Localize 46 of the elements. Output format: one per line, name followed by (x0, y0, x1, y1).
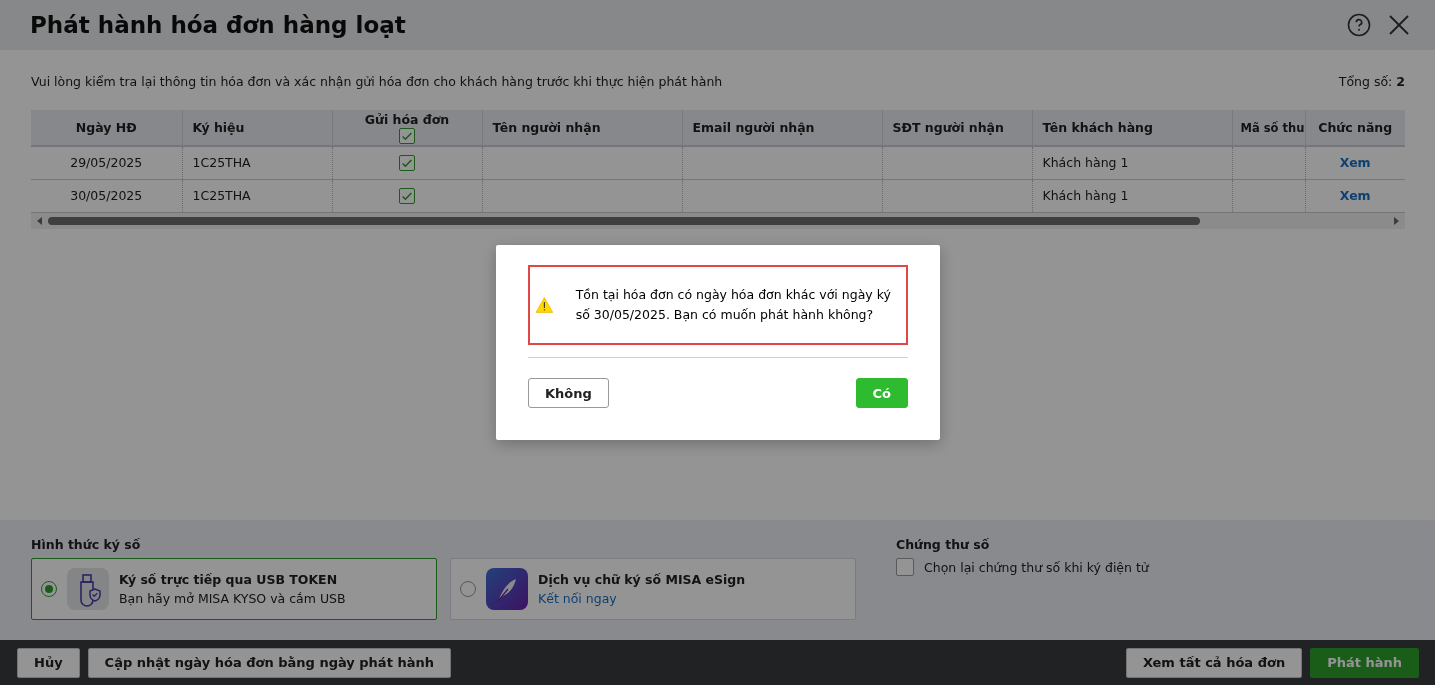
feather-icon (486, 568, 528, 610)
checkbox[interactable] (399, 155, 415, 171)
option-title: Ký số trực tiếp qua USB TOKEN (119, 572, 339, 587)
scroll-right-icon[interactable] (1392, 216, 1400, 225)
column-header: Tên người nhận (492, 120, 601, 135)
table-cell: 29/05/2025 (70, 155, 143, 171)
help-icon[interactable] (1347, 13, 1371, 37)
column-header: Chức năng (1318, 120, 1393, 135)
cancel-button[interactable]: Không (528, 378, 609, 408)
column-header: Ký hiệu (192, 120, 245, 135)
section-label: Chứng thư số (896, 537, 991, 552)
column-header: Mã số thu (1240, 120, 1304, 135)
column-header: Gửi hóa đơn (364, 111, 450, 127)
column-header: Email người nhận (692, 120, 815, 135)
checkbox[interactable] (399, 187, 415, 204)
option-title: Dịch vụ chữ ký số MISA eSign (538, 572, 746, 587)
footer-button[interactable]: Hủy (17, 647, 80, 678)
confirm-message: Tồn tại hóa đơn có ngày hóa đơn khác với ngày ký số 30/05/2025. Bạn có muốn phát hành không? (575, 286, 892, 324)
connect-link[interactable]: Kết nối ngay (538, 591, 746, 606)
option-description: Bạn hãy mở MISA KYSO và cắm USB (119, 591, 346, 606)
signing-option-card[interactable]: Ký số trực tiếp qua USB TOKEN Bạn hãy mở MISA KYSO và cắm USB (31, 558, 437, 620)
column-header: Tên khách hàng (1042, 120, 1153, 135)
table-cell: 1C25THA (192, 188, 251, 203)
checkbox[interactable] (399, 127, 415, 144)
checkbox-label: Chọn lại chứng thư số khi ký điện tử (924, 559, 1149, 575)
checkbox[interactable] (896, 558, 914, 576)
table-cell: Khách hàng 1 (1042, 155, 1129, 171)
close-icon[interactable] (1389, 15, 1409, 35)
signing-option-card[interactable]: Dịch vụ chữ ký số MISA eSign Kết nối ngay (450, 558, 856, 620)
column-header: Ngày HĐ (75, 120, 137, 135)
dialog-title: Phát hành hóa đơn hàng loạt (30, 12, 406, 38)
table-cell: 30/05/2025 (70, 188, 143, 203)
radio-button[interactable] (460, 581, 476, 597)
radio-button[interactable] (41, 581, 57, 597)
usb-shield-icon (67, 568, 109, 610)
section-label: Hình thức ký số (31, 537, 142, 552)
instruction-text: Vui lòng kiểm tra lại thông tin hóa đơn và xác nhận gửi hóa đơn cho khách hàng trước khi thực hiện phát hành (31, 74, 723, 89)
footer-button[interactable]: Cập nhật ngày hóa đơn bằng ngày phát hành (87, 647, 451, 678)
view-link[interactable]: Xem (1339, 188, 1371, 203)
view-link[interactable]: Xem (1339, 155, 1371, 171)
scroll-left-icon[interactable] (36, 216, 44, 225)
footer-button[interactable]: Xem tất cả hóa đơn (1125, 647, 1303, 678)
column-header: SĐT người nhận (892, 120, 1004, 135)
total-count: Tổng số: 2 (1338, 74, 1405, 89)
table-cell: 1C25THA (192, 155, 251, 171)
table-cell: Khách hàng 1 (1042, 188, 1129, 203)
